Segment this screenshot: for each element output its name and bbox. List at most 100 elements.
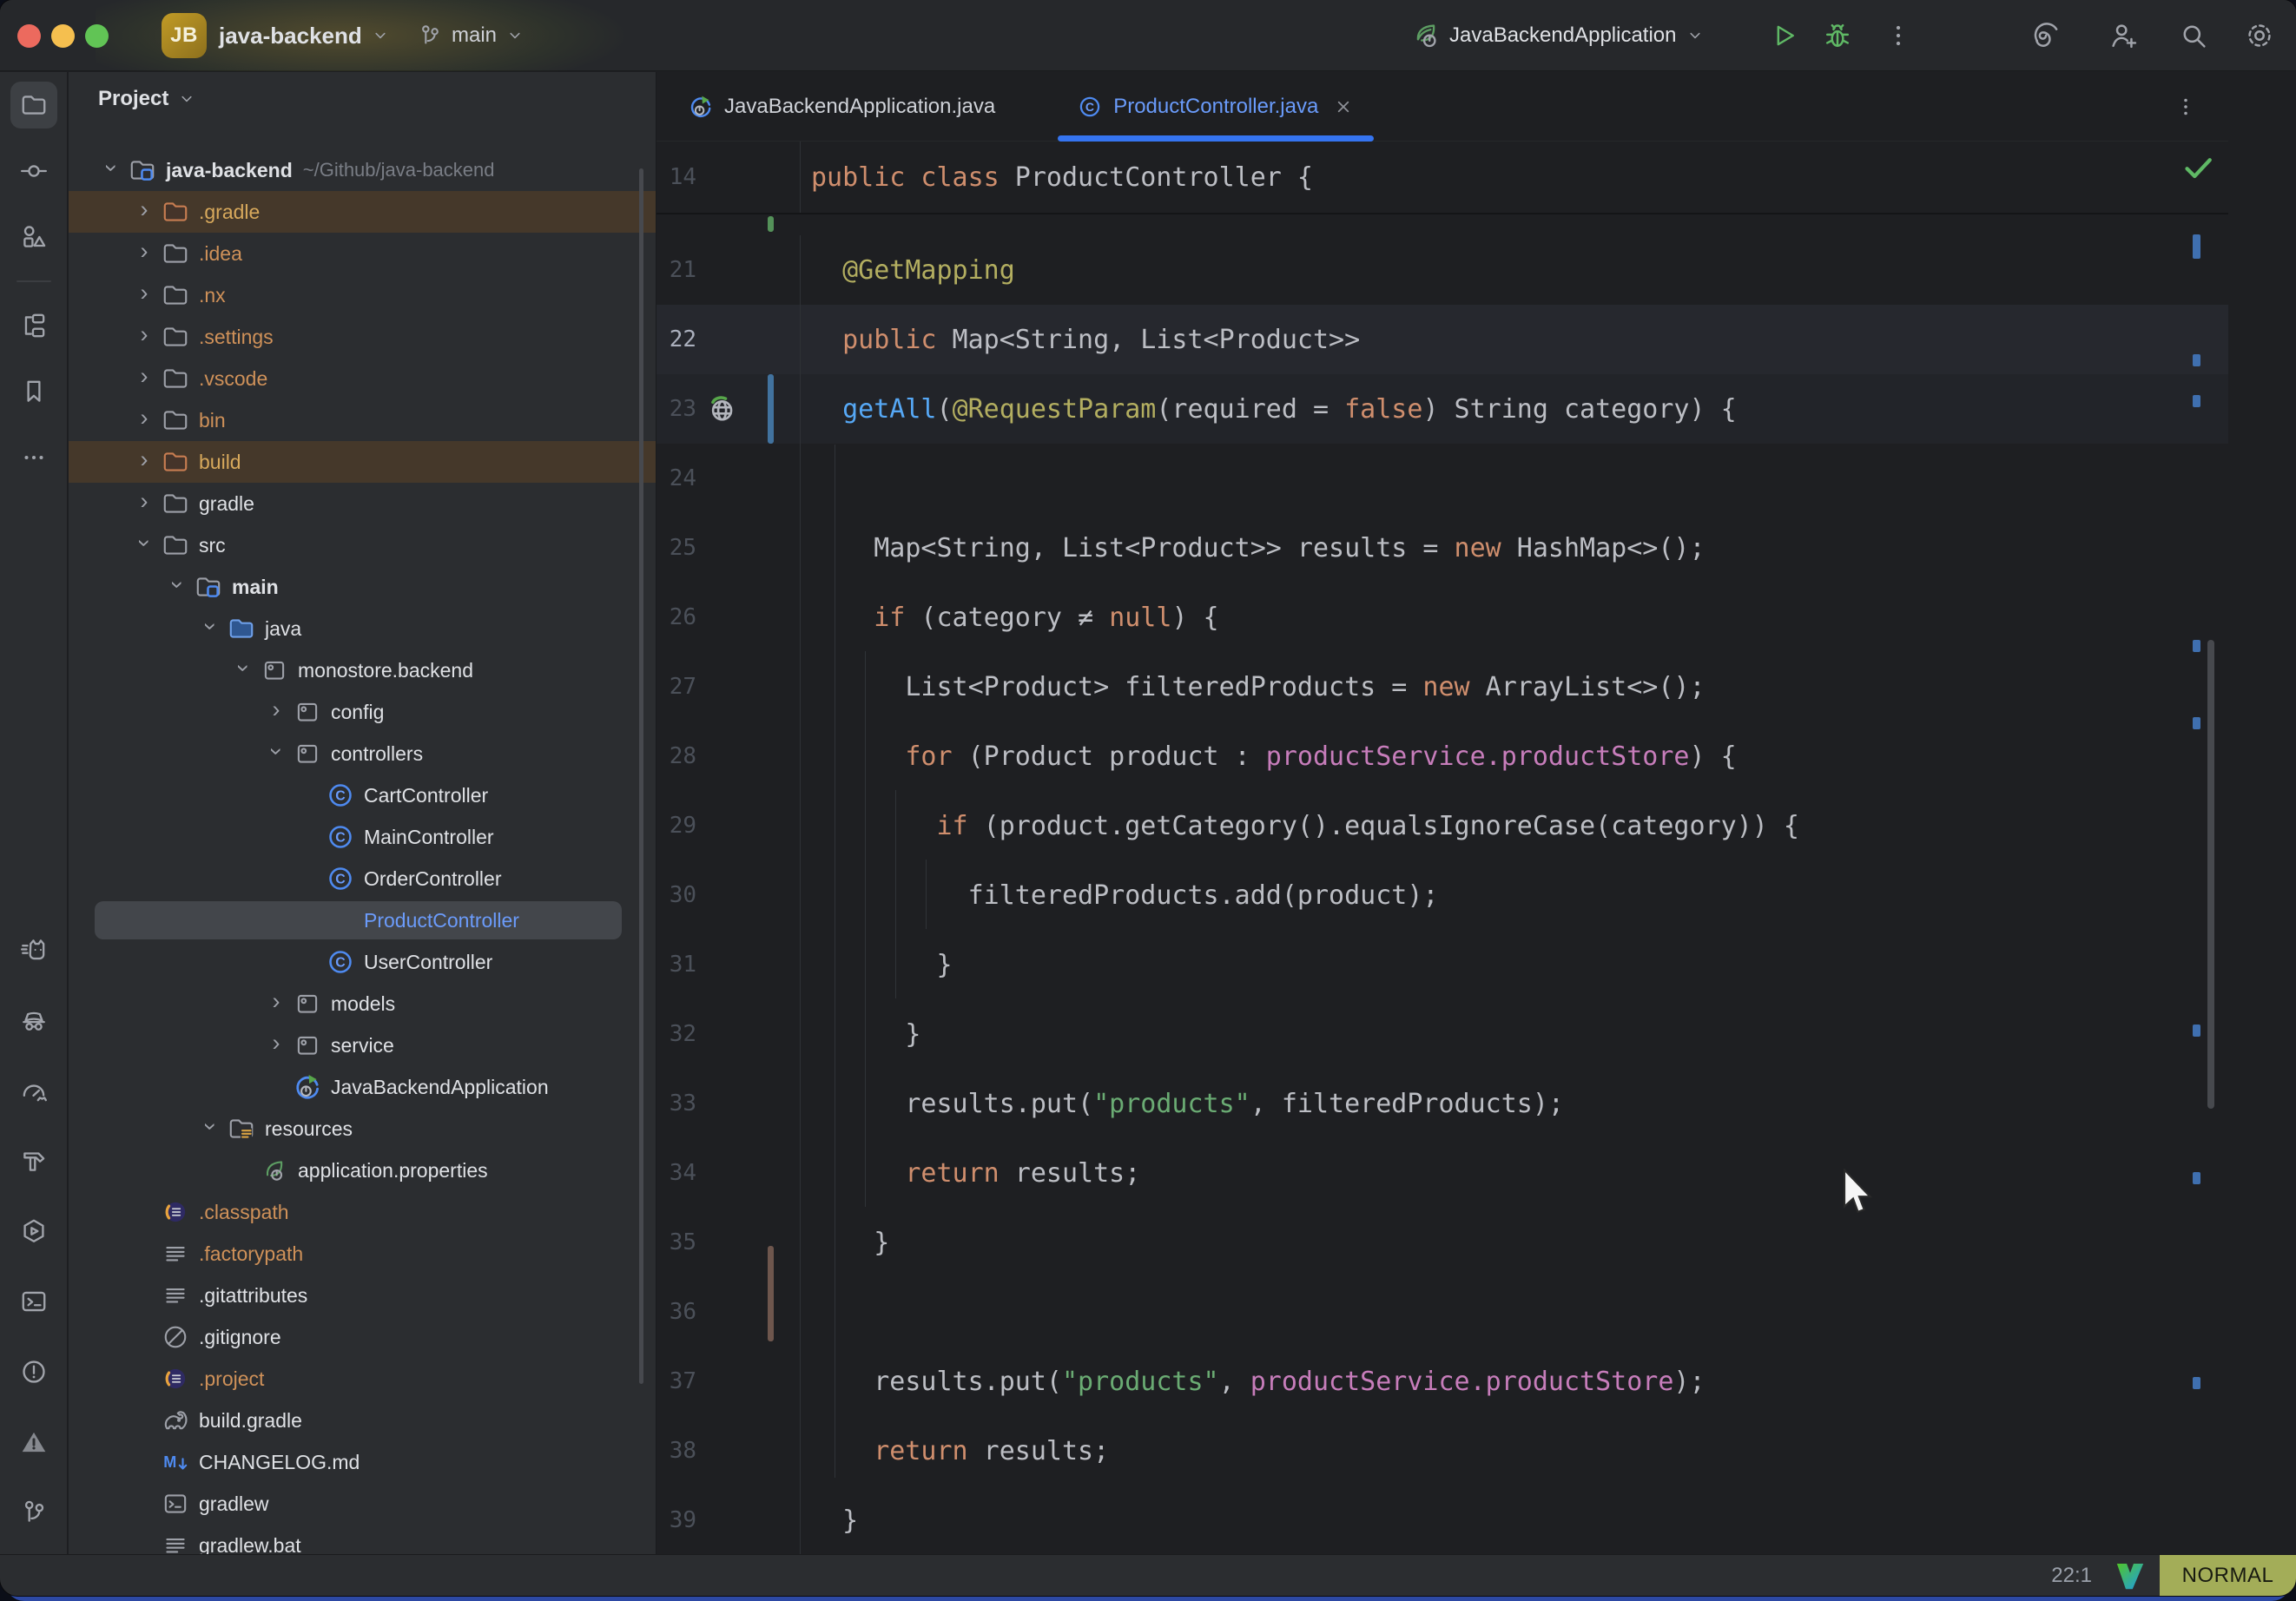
chevron-icon[interactable] [128, 524, 161, 566]
tree-row[interactable]: src [69, 524, 656, 566]
vim-icon[interactable] [2115, 1560, 2146, 1591]
code-row[interactable]: 33 results.put("products", filteredProdu… [656, 1069, 2228, 1138]
tree-row[interactable]: build [69, 441, 656, 483]
tree-row[interactable]: controllers [69, 733, 656, 774]
vim-mode-badge[interactable]: NORMAL [2160, 1555, 2296, 1597]
tree-row[interactable]: java-backend ~/Github/java-backend [69, 149, 656, 191]
hierarchy-icon[interactable] [10, 302, 57, 349]
sticky-line[interactable]: 14 public class ProductController { [656, 142, 2228, 214]
search-icon[interactable] [2178, 20, 2209, 51]
code-row[interactable]: 36 [656, 1277, 2228, 1347]
code-line[interactable]: results.put("products", filteredProducts… [801, 1069, 2228, 1138]
code-line[interactable]: results.put("products", productService.p… [801, 1347, 2228, 1416]
debug-icon[interactable] [1822, 20, 1853, 51]
code-line[interactable]: return results; [801, 1416, 2228, 1486]
code-line[interactable] [801, 1277, 2228, 1347]
code-row[interactable]: 24 [656, 444, 2228, 513]
chevron-icon[interactable] [161, 566, 194, 608]
tree-row[interactable]: .idea [69, 233, 656, 274]
code-line[interactable]: List<Product> filteredProducts = new Arr… [801, 652, 2228, 721]
tree-row[interactable]: gradlew [69, 1483, 656, 1525]
caret-position[interactable]: 22:1 [2051, 1564, 2092, 1588]
code-row[interactable]: 25 Map<String, List<Product>> results = … [656, 513, 2228, 583]
tree-row[interactable]: .project [69, 1358, 656, 1400]
code-line[interactable]: filteredProducts.add(product); [801, 860, 2228, 930]
code-row[interactable]: 37 results.put("products", productServic… [656, 1347, 2228, 1416]
editor-tab[interactable]: JavaBackendApplication.java [665, 72, 1054, 141]
chevron-icon[interactable] [260, 1025, 293, 1066]
code-line[interactable]: public Map<String, List<Product>> [801, 305, 2228, 374]
tree-row[interactable]: C CartController [69, 774, 656, 816]
code-row[interactable]: 39 } [656, 1486, 2228, 1554]
code-editor[interactable]: 14 public class ProductController { 21 @… [656, 142, 2228, 1554]
tree-row[interactable]: .vscode [69, 358, 656, 399]
inspections-ok-icon[interactable] [2181, 150, 2215, 185]
code-row[interactable]: 23 getAll(@RequestParam(required = false… [656, 374, 2228, 444]
code-line[interactable]: return results; [801, 1138, 2228, 1208]
tree-row[interactable]: gradlew.bat [69, 1525, 656, 1554]
tree-row[interactable]: models [69, 983, 656, 1025]
branch-widget[interactable]: main [417, 0, 525, 71]
code-line[interactable]: } [801, 999, 2228, 1069]
tree-row[interactable]: application.properties [69, 1150, 656, 1191]
tree-row[interactable]: .gradle [69, 191, 656, 233]
tree-row[interactable]: config [69, 691, 656, 733]
editor-scrollbar[interactable] [2207, 640, 2214, 1109]
tree-row[interactable]: .gitignore [69, 1316, 656, 1358]
project-badge[interactable]: JB [162, 13, 207, 58]
code-line[interactable]: if (product.getCategory().equalsIgnoreCa… [801, 791, 2228, 860]
dashing-cat-icon[interactable] [10, 926, 57, 973]
tree-row[interactable]: .settings [69, 316, 656, 358]
tree-row[interactable]: JavaBackendApplication [69, 1066, 656, 1108]
close-icon[interactable] [1332, 96, 1355, 118]
code-line[interactable]: } [801, 930, 2228, 999]
chevron-icon[interactable] [128, 483, 161, 524]
tree-row[interactable]: monostore.backend [69, 649, 656, 691]
code-row[interactable]: 22 public Map<String, List<Product>> [656, 305, 2228, 374]
editor-tab[interactable]: C ProductController.java [1054, 72, 1377, 141]
zoom-window-button[interactable] [85, 24, 109, 48]
run-icon[interactable] [1768, 20, 1799, 51]
code-row[interactable]: 34 return results; [656, 1138, 2228, 1208]
code-row[interactable]: 27 List<Product> filteredProducts = new … [656, 652, 2228, 721]
code-row[interactable]: 38 return results; [656, 1416, 2228, 1486]
chevron-icon[interactable] [128, 316, 161, 358]
git-branch-icon[interactable] [10, 1489, 57, 1536]
code-line[interactable]: getAll(@RequestParam(required = false) S… [801, 374, 2228, 444]
build-hammer-icon[interactable] [10, 1137, 57, 1184]
chevron-icon[interactable] [95, 149, 128, 191]
stripe-divider[interactable] [16, 280, 51, 282]
code-row[interactable]: 32 } [656, 999, 2228, 1069]
chevron-icon[interactable] [128, 441, 161, 483]
code-line[interactable] [801, 444, 2228, 513]
project-folder-icon[interactable] [10, 82, 57, 128]
minimize-window-button[interactable] [51, 24, 75, 48]
terminal-icon[interactable] [10, 1278, 57, 1325]
run-config-widget[interactable]: JavaBackendApplication [1411, 0, 1705, 71]
tree-row[interactable]: gradle [69, 483, 656, 524]
tree-row[interactable]: C OrderController [69, 858, 656, 899]
tree-scrollbar[interactable] [639, 168, 643, 1384]
chevron-icon[interactable] [128, 191, 161, 233]
services-icon[interactable] [10, 1208, 57, 1255]
project-widget[interactable]: java-backend [219, 0, 390, 71]
code-line[interactable]: @GetMapping [801, 235, 2228, 305]
code-row[interactable]: 26 if (category ≠ null) { [656, 583, 2228, 652]
incognito-icon[interactable] [10, 997, 57, 1044]
chevron-icon[interactable] [194, 608, 227, 649]
chevron-icon[interactable] [260, 733, 293, 774]
tree-row[interactable]: bin [69, 399, 656, 441]
chevron-icon[interactable] [227, 649, 260, 691]
bookmarks-icon[interactable] [10, 368, 57, 415]
code-line[interactable]: } [801, 1486, 2228, 1554]
more-icon[interactable] [10, 434, 57, 481]
tree-row[interactable]: .factorypath [69, 1233, 656, 1275]
code-line[interactable]: public class ProductController { [801, 142, 2228, 213]
tree-row[interactable]: C ProductController [69, 899, 656, 941]
tree-row[interactable]: .gitattributes [69, 1275, 656, 1316]
chevron-icon[interactable] [128, 399, 161, 441]
chevron-icon[interactable] [128, 358, 161, 399]
chevron-icon[interactable] [260, 983, 293, 1025]
tree-row[interactable]: .classpath [69, 1191, 656, 1233]
tree-row[interactable]: java [69, 608, 656, 649]
